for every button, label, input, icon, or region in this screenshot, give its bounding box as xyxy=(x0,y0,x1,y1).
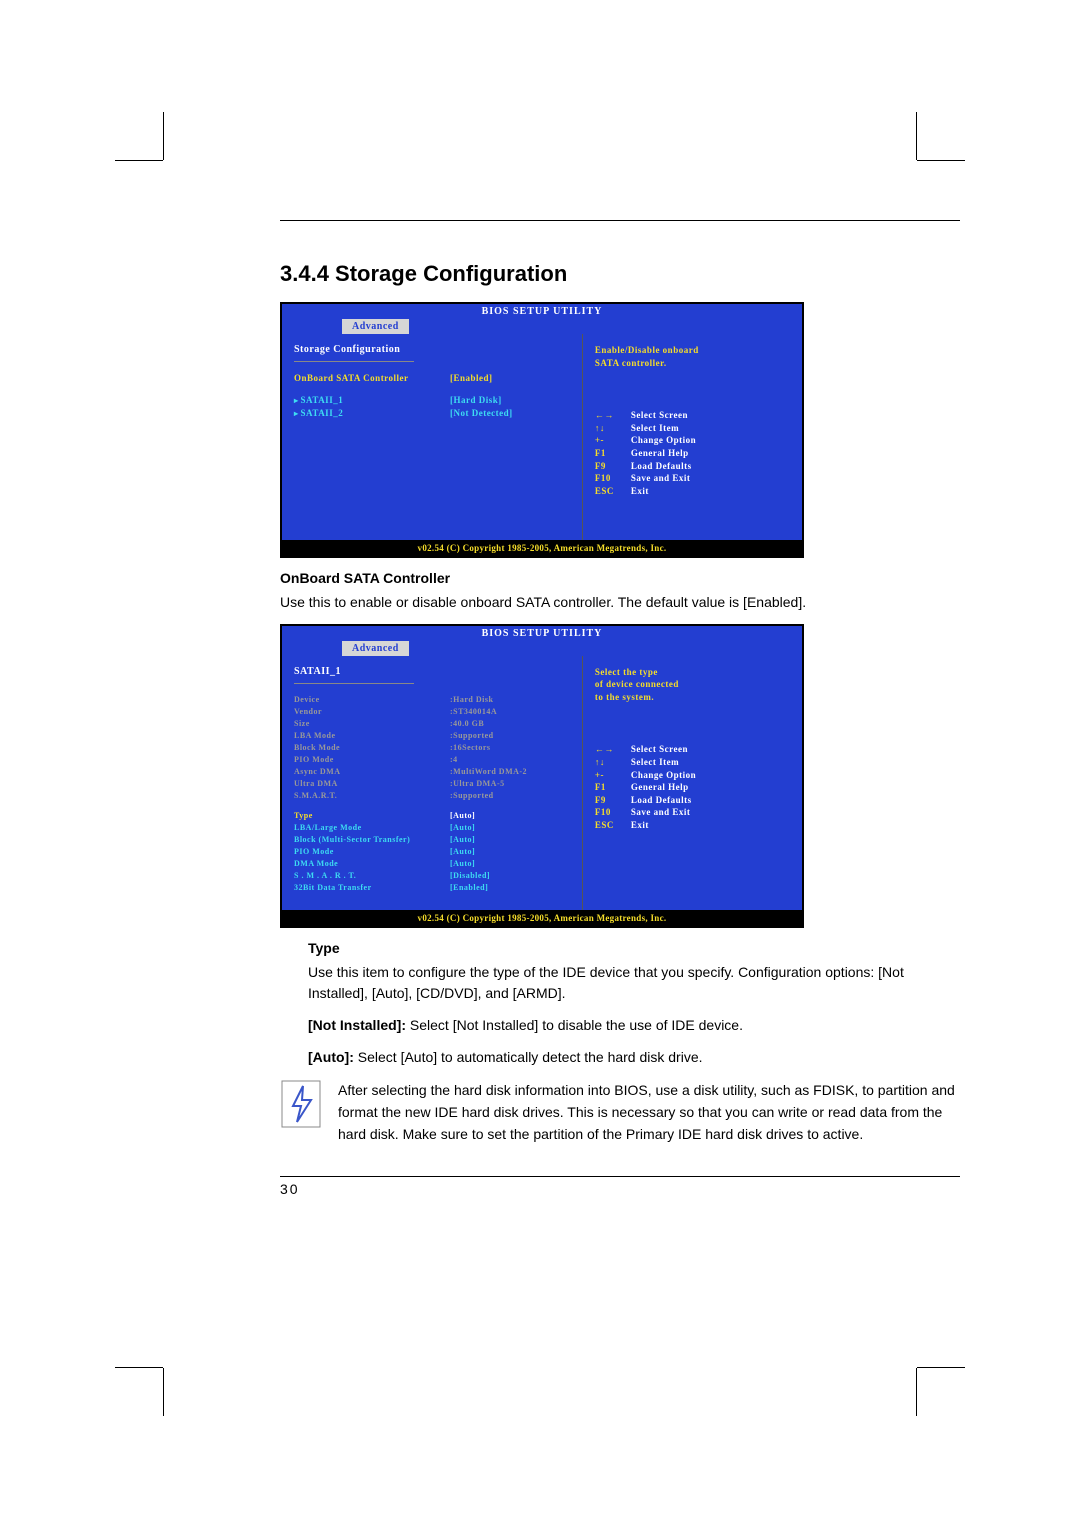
bios-right-pane: Enable/Disable onboardSATA controller. ←… xyxy=(582,334,802,540)
bios-info-row: Device:Hard Disk xyxy=(294,694,570,706)
note-block: After selecting the hard disk informatio… xyxy=(280,1080,960,1145)
type-paragraph-3: [Auto]: Select [Auto] to automatically d… xyxy=(308,1047,960,1069)
nav-help-row: ESCExit xyxy=(595,485,792,498)
type-paragraph-1: Use this item to configure the type of t… xyxy=(308,962,960,1005)
bios-screenshot-1: BIOS SETUP UTILITY Advanced Storage Conf… xyxy=(280,302,804,558)
bios-info-row: Ultra DMA:Ultra DMA-5 xyxy=(294,778,570,790)
note-text: After selecting the hard disk informatio… xyxy=(338,1080,960,1145)
type-paragraph-2: [Not Installed]: Select [Not Installed] … xyxy=(308,1015,960,1037)
nav-help-row: ←→Select Screen xyxy=(595,409,792,422)
bios-option-row: LBA/Large Mode[Auto] xyxy=(294,822,570,834)
bios-info-row: S.M.A.R.T.:Supported xyxy=(294,790,570,802)
bios-info-row: Block Mode:16Sectors xyxy=(294,742,570,754)
bios-heading: Storage Configuration xyxy=(294,344,570,355)
bios-option-row: Type[Auto] xyxy=(294,810,570,822)
nav-help-row: +-Change Option xyxy=(595,434,792,447)
bios-row: SATAII_2[Not Detected] xyxy=(294,407,570,421)
bios-help-text: Enable/Disable onboardSATA controller. xyxy=(595,344,792,369)
nav-help-row: ↑↓Select Item xyxy=(595,756,792,769)
page-content: 3.4.4 Storage Configuration BIOS SETUP U… xyxy=(280,220,960,1197)
bios-footer: v02.54 (C) Copyright 1985-2005, American… xyxy=(282,910,802,926)
bios-nav-help: ←→Select Screen↑↓Select Item+-Change Opt… xyxy=(595,743,792,831)
rule-bottom xyxy=(280,1176,960,1177)
nav-help-row: F10Save and Exit xyxy=(595,472,792,485)
bios-info-row: PIO Mode:4 xyxy=(294,754,570,766)
bios-left-pane: SATAII_1 Device:Hard DiskVendor:ST340014… xyxy=(282,656,582,910)
section-title: 3.4.4 Storage Configuration xyxy=(280,261,960,287)
nav-help-row: ESCExit xyxy=(595,819,792,832)
bios-title: BIOS SETUP UTILITY xyxy=(282,626,802,641)
nav-help-row: ↑↓Select Item xyxy=(595,422,792,435)
lightning-icon xyxy=(280,1080,322,1130)
bios-tab-advanced: Advanced xyxy=(342,319,409,334)
bios-footer: v02.54 (C) Copyright 1985-2005, American… xyxy=(282,540,802,556)
rule-top xyxy=(280,220,960,221)
page-number: 30 xyxy=(280,1181,960,1197)
bios-title: BIOS SETUP UTILITY xyxy=(282,304,802,319)
bios-help-text: Select the typeof device connectedto the… xyxy=(595,666,792,704)
nav-help-row: ←→Select Screen xyxy=(595,743,792,756)
bios-option-row: Block (Multi-Sector Transfer)[Auto] xyxy=(294,834,570,846)
bios-screenshot-2: BIOS SETUP UTILITY Advanced SATAII_1 Dev… xyxy=(280,624,804,928)
bios-heading: SATAII_1 xyxy=(294,666,570,677)
bios-row: OnBoard SATA Controller[Enabled] xyxy=(294,372,570,386)
bios-nav-help: ←→Select Screen↑↓Select Item+-Change Opt… xyxy=(595,409,792,497)
bios-tabbar: Advanced xyxy=(282,319,802,334)
bios-option-row: DMA Mode[Auto] xyxy=(294,858,570,870)
bios-info-row: LBA Mode:Supported xyxy=(294,730,570,742)
bios-option-row: 32Bit Data Transfer[Enabled] xyxy=(294,882,570,894)
nav-help-row: F9Load Defaults xyxy=(595,460,792,473)
bios-tab-advanced: Advanced xyxy=(342,641,409,656)
nav-help-row: F10Save and Exit xyxy=(595,806,792,819)
nav-help-row: +-Change Option xyxy=(595,769,792,782)
bios-info-row: Vendor:ST340014A xyxy=(294,706,570,718)
nav-help-row: F1General Help xyxy=(595,447,792,460)
nav-help-row: F1General Help xyxy=(595,781,792,794)
bios-right-pane: Select the typeof device connectedto the… xyxy=(582,656,802,910)
type-heading: Type xyxy=(308,940,960,956)
controller-description: Use this to enable or disable onboard SA… xyxy=(280,592,960,614)
nav-help-row: F9Load Defaults xyxy=(595,794,792,807)
bios-left-pane: Storage Configuration OnBoard SATA Contr… xyxy=(282,334,582,540)
bios-option-row: S . M . A . R . T.[Disabled] xyxy=(294,870,570,882)
bios-tabbar: Advanced xyxy=(282,641,802,656)
bios-row: SATAII_1[Hard Disk] xyxy=(294,394,570,408)
bios-info-row: Async DMA:MultiWord DMA-2 xyxy=(294,766,570,778)
bios-info-row: Size:40.0 GB xyxy=(294,718,570,730)
controller-heading: OnBoard SATA Controller xyxy=(280,570,960,586)
bios-option-row: PIO Mode[Auto] xyxy=(294,846,570,858)
